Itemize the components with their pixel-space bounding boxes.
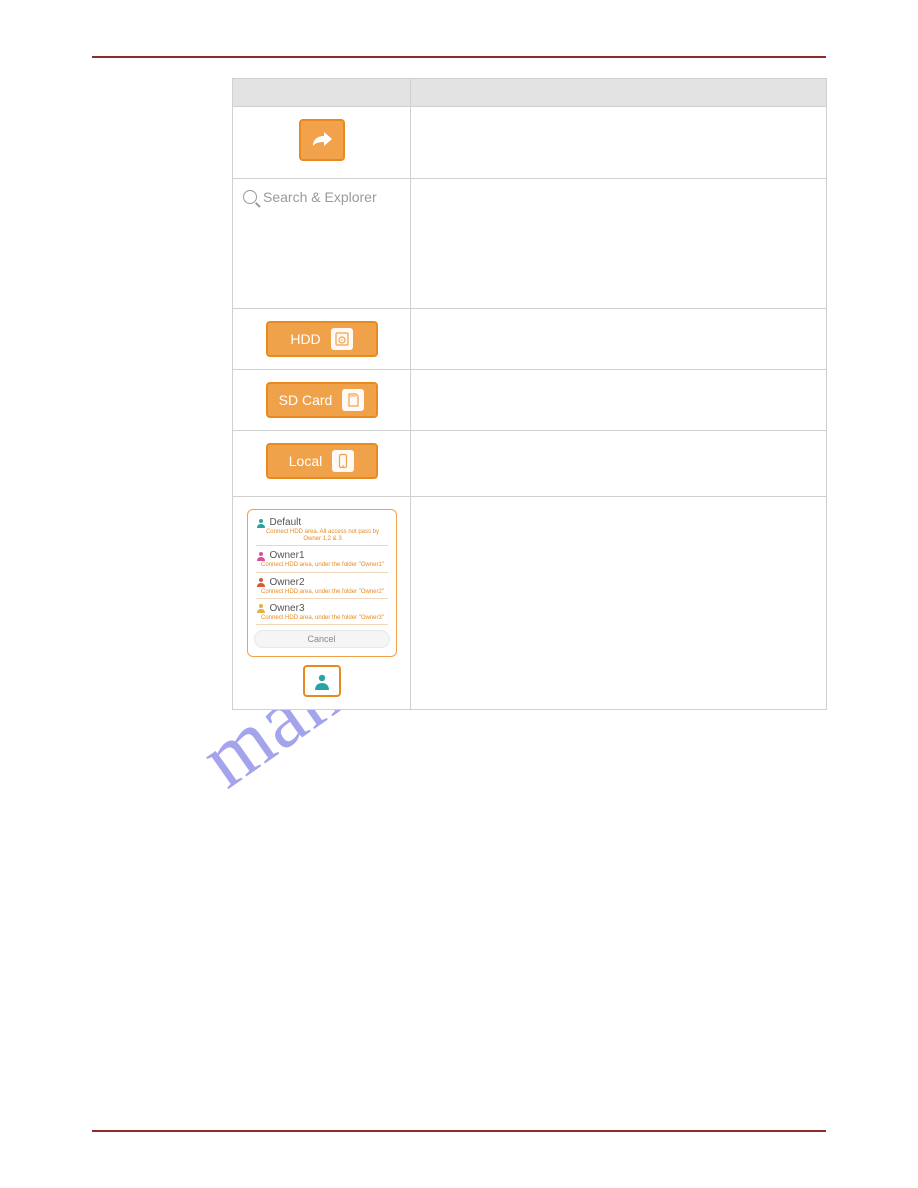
owner-row-default[interactable]: Default Connect HDD area. All access not… — [254, 514, 390, 547]
table-row: Local — [233, 431, 827, 497]
search-field[interactable]: Search & Explorer — [233, 179, 410, 215]
owners-desc — [411, 497, 827, 710]
table-row: Search & Explorer — [233, 179, 827, 309]
table-row — [233, 107, 827, 179]
cancel-button[interactable]: Cancel — [254, 630, 390, 648]
share-desc — [411, 107, 827, 179]
local-desc — [411, 431, 827, 497]
owner-name: Default — [270, 517, 302, 528]
sd-card-icon — [342, 389, 364, 411]
owner-name: Owner3 — [270, 603, 305, 614]
hdd-button[interactable]: HDD — [266, 321, 378, 357]
person-icon — [256, 518, 266, 528]
table-header-icon — [233, 79, 411, 107]
person-icon — [256, 603, 266, 613]
hdd-label: HDD — [290, 331, 320, 347]
sd-card-button[interactable]: SD Card — [266, 382, 378, 418]
search-placeholder: Search & Explorer — [263, 189, 377, 205]
owner-sub: Connect HDD area. All access not pass by… — [256, 528, 388, 546]
owner-select-button[interactable] — [303, 665, 341, 697]
owner-row-3[interactable]: Owner3 Connect HDD area, under the folde… — [254, 600, 390, 626]
owner-name: Owner2 — [270, 577, 305, 588]
sd-label: SD Card — [279, 392, 333, 408]
sd-desc — [411, 370, 827, 431]
phone-icon — [332, 450, 354, 472]
table-row: HDD — [233, 309, 827, 370]
hdd-icon — [331, 328, 353, 350]
person-icon — [256, 551, 266, 561]
icon-description-table: Search & Explorer HDD — [232, 78, 827, 710]
owners-panel: Default Connect HDD area. All access not… — [247, 509, 397, 657]
local-label: Local — [289, 453, 322, 469]
owner-sub: Connect HDD area, under the folder "Owne… — [256, 588, 388, 599]
table-header-row — [233, 79, 827, 107]
bottom-rule — [92, 1130, 826, 1132]
owner-row-1[interactable]: Owner1 Connect HDD area, under the folde… — [254, 547, 390, 573]
owner-name: Owner1 — [270, 550, 305, 561]
search-icon — [243, 190, 257, 204]
document-page: manualshive.com — [0, 0, 918, 1188]
table-row: SD Card — [233, 370, 827, 431]
owner-sub: Connect HDD area, under the folder "Owne… — [256, 561, 388, 572]
share-button[interactable] — [299, 119, 345, 161]
table-header-desc — [411, 79, 827, 107]
local-button[interactable]: Local — [266, 443, 378, 479]
search-desc — [411, 179, 827, 309]
hdd-desc — [411, 309, 827, 370]
share-arrow-icon — [310, 130, 334, 150]
person-icon — [313, 672, 331, 690]
owner-sub: Connect HDD area, under the folder "Owne… — [256, 614, 388, 625]
owner-row-2[interactable]: Owner2 Connect HDD area, under the folde… — [254, 574, 390, 600]
person-icon — [256, 577, 266, 587]
table-row: Default Connect HDD area. All access not… — [233, 497, 827, 710]
top-rule — [92, 56, 826, 58]
